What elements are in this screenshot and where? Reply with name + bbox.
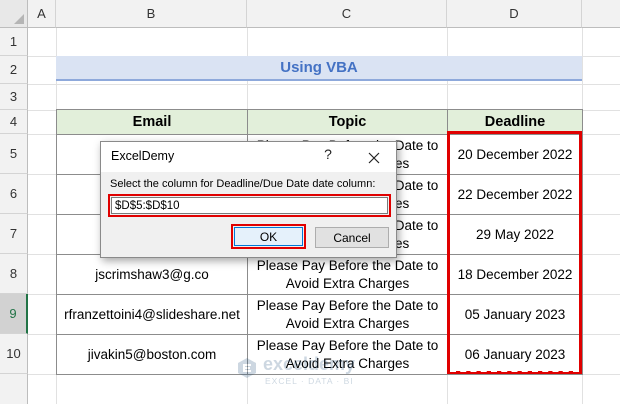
email-cell[interactable]: jscrimshaw3@g.co (56, 254, 248, 295)
watermark-name: exceldemy (263, 354, 356, 374)
header-deadline[interactable]: Deadline (447, 109, 583, 135)
row-header-9[interactable]: 9 (0, 294, 28, 334)
row-header-8[interactable]: 8 (0, 254, 28, 294)
row-header-1[interactable]: 1 (0, 28, 28, 56)
deadline-cell[interactable]: 29 May 2022 (447, 214, 583, 255)
column-header-c[interactable]: C (247, 0, 447, 28)
input-highlight-box (108, 194, 391, 217)
row-header-2[interactable]: 2 (0, 56, 28, 84)
close-button[interactable] (363, 147, 385, 169)
deadline-cell[interactable]: 18 December 2022 (447, 254, 583, 295)
dialog-prompt: Select the column for Deadline/Due Date … (110, 178, 376, 190)
range-input[interactable] (111, 197, 388, 214)
row-header-5[interactable]: 5 (0, 134, 28, 174)
help-button[interactable]: ? (318, 146, 338, 168)
row-header-6[interactable]: 6 (0, 174, 28, 214)
email-cell[interactable]: jivakin5@boston.com (56, 334, 248, 375)
watermark: exceldemy EXCEL · DATA · BI (235, 354, 395, 394)
sheet-title[interactable]: Using VBA (56, 56, 582, 81)
close-icon (368, 152, 380, 164)
email-cell[interactable]: rfranzettoini4@slideshare.net (56, 294, 248, 335)
deadline-cell[interactable]: 05 January 2023 (447, 294, 583, 335)
exceldemy-logo-icon (238, 358, 256, 378)
column-header-a[interactable]: A (28, 0, 56, 28)
dialog-titlebar[interactable]: ExcelDemy ? (101, 142, 396, 172)
deadline-cell[interactable]: 06 January 2023 (447, 334, 583, 375)
ok-highlight-box: OK (231, 224, 306, 249)
row-header-7[interactable]: 7 (0, 214, 28, 254)
header-topic[interactable]: Topic (247, 109, 448, 135)
input-dialog: ExcelDemy ? Select the column for Deadli… (100, 141, 397, 258)
deadline-cell[interactable]: 22 December 2022 (447, 174, 583, 215)
row-header-10[interactable]: 10 (0, 334, 28, 374)
column-header-d[interactable]: D (447, 0, 582, 28)
selection-marching-ants (450, 370, 579, 372)
dialog-title: ExcelDemy (111, 149, 175, 163)
row-header-4[interactable]: 4 (0, 110, 28, 134)
topic-cell[interactable]: Please Pay Before the Date to Avoid Extr… (247, 254, 448, 295)
ok-button[interactable]: OK (234, 227, 303, 246)
column-header-e[interactable] (582, 0, 620, 28)
row-header-11[interactable] (0, 374, 28, 404)
select-all-corner[interactable] (0, 0, 28, 28)
spreadsheet: A B C D 1 2 3 4 5 6 7 8 9 10 Using VBA E… (0, 0, 620, 404)
cancel-button[interactable]: Cancel (315, 227, 389, 248)
deadline-cell[interactable]: 20 December 2022 (447, 134, 583, 175)
header-email[interactable]: Email (56, 109, 248, 135)
watermark-tagline: EXCEL · DATA · BI (265, 376, 354, 386)
column-header-b[interactable]: B (56, 0, 247, 28)
topic-cell[interactable]: Please Pay Before the Date to Avoid Extr… (247, 294, 448, 335)
row-header-3[interactable]: 3 (0, 84, 28, 110)
